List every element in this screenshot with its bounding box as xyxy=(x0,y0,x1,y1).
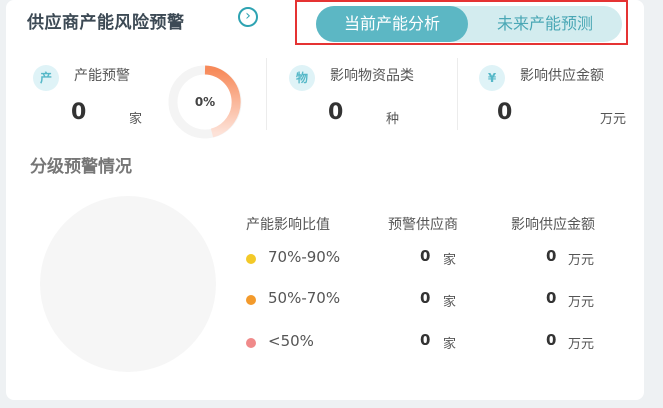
range-label: <50% xyxy=(268,332,314,350)
grading-pie-chart xyxy=(40,196,216,372)
categories-value: 0 xyxy=(328,100,344,125)
amount-value: 0 xyxy=(497,100,513,125)
suppliers-unit: 家 xyxy=(443,337,457,352)
grading-section-title: 分级预警情况 xyxy=(30,157,132,177)
capacity-warning-value: 0 xyxy=(71,100,87,125)
suppliers-value: 0 xyxy=(420,289,431,307)
categories-icon: 物 xyxy=(289,65,315,91)
column-header-ratio: 产能影响比值 xyxy=(246,217,330,233)
money-bag-icon: ¥ xyxy=(479,65,505,91)
suppliers-value: 0 xyxy=(420,331,431,349)
amount-unit: 万元 xyxy=(568,253,595,268)
tab-current-capacity[interactable]: 当前产能分析 xyxy=(316,6,468,42)
column-header-amount: 影响供应金额 xyxy=(511,217,595,233)
range-label: 70%-90% xyxy=(268,248,341,266)
capacity-warning-label: 产能预警 xyxy=(74,68,130,84)
tab-future-capacity[interactable]: 未来产能预测 xyxy=(468,6,622,42)
capacity-warning-unit: 家 xyxy=(129,112,143,127)
suppliers-unit: 家 xyxy=(443,253,457,268)
legend-dot-yellow xyxy=(246,254,256,264)
amount-unit: 万元 xyxy=(568,337,595,352)
categories-label: 影响物资品类 xyxy=(330,68,414,84)
panel-title: 供应商产能风险预警 xyxy=(27,13,185,33)
chevron-right-icon[interactable]: › xyxy=(238,7,258,27)
analysis-tabs: 当前产能分析 未来产能预测 xyxy=(316,6,622,42)
suppliers-value: 0 xyxy=(420,247,431,265)
capacity-warning-icon: 产 xyxy=(33,65,59,91)
amount-value: 0 xyxy=(546,331,557,349)
suppliers-unit: 家 xyxy=(443,295,457,310)
amount-unit: 万元 xyxy=(568,295,595,310)
amount-value: 0 xyxy=(546,289,557,307)
categories-unit: 种 xyxy=(386,112,400,127)
column-header-suppliers: 预警供应商 xyxy=(388,217,458,233)
ring-percent-label: 0% xyxy=(194,95,216,109)
divider xyxy=(457,58,458,130)
amount-value: 0 xyxy=(546,247,557,265)
legend-dot-orange xyxy=(246,295,256,305)
amount-label: 影响供应金额 xyxy=(520,68,604,84)
divider xyxy=(266,58,267,130)
range-label: 50%-70% xyxy=(268,289,341,307)
legend-dot-red xyxy=(246,338,256,348)
amount-unit: 万元 xyxy=(600,112,627,127)
